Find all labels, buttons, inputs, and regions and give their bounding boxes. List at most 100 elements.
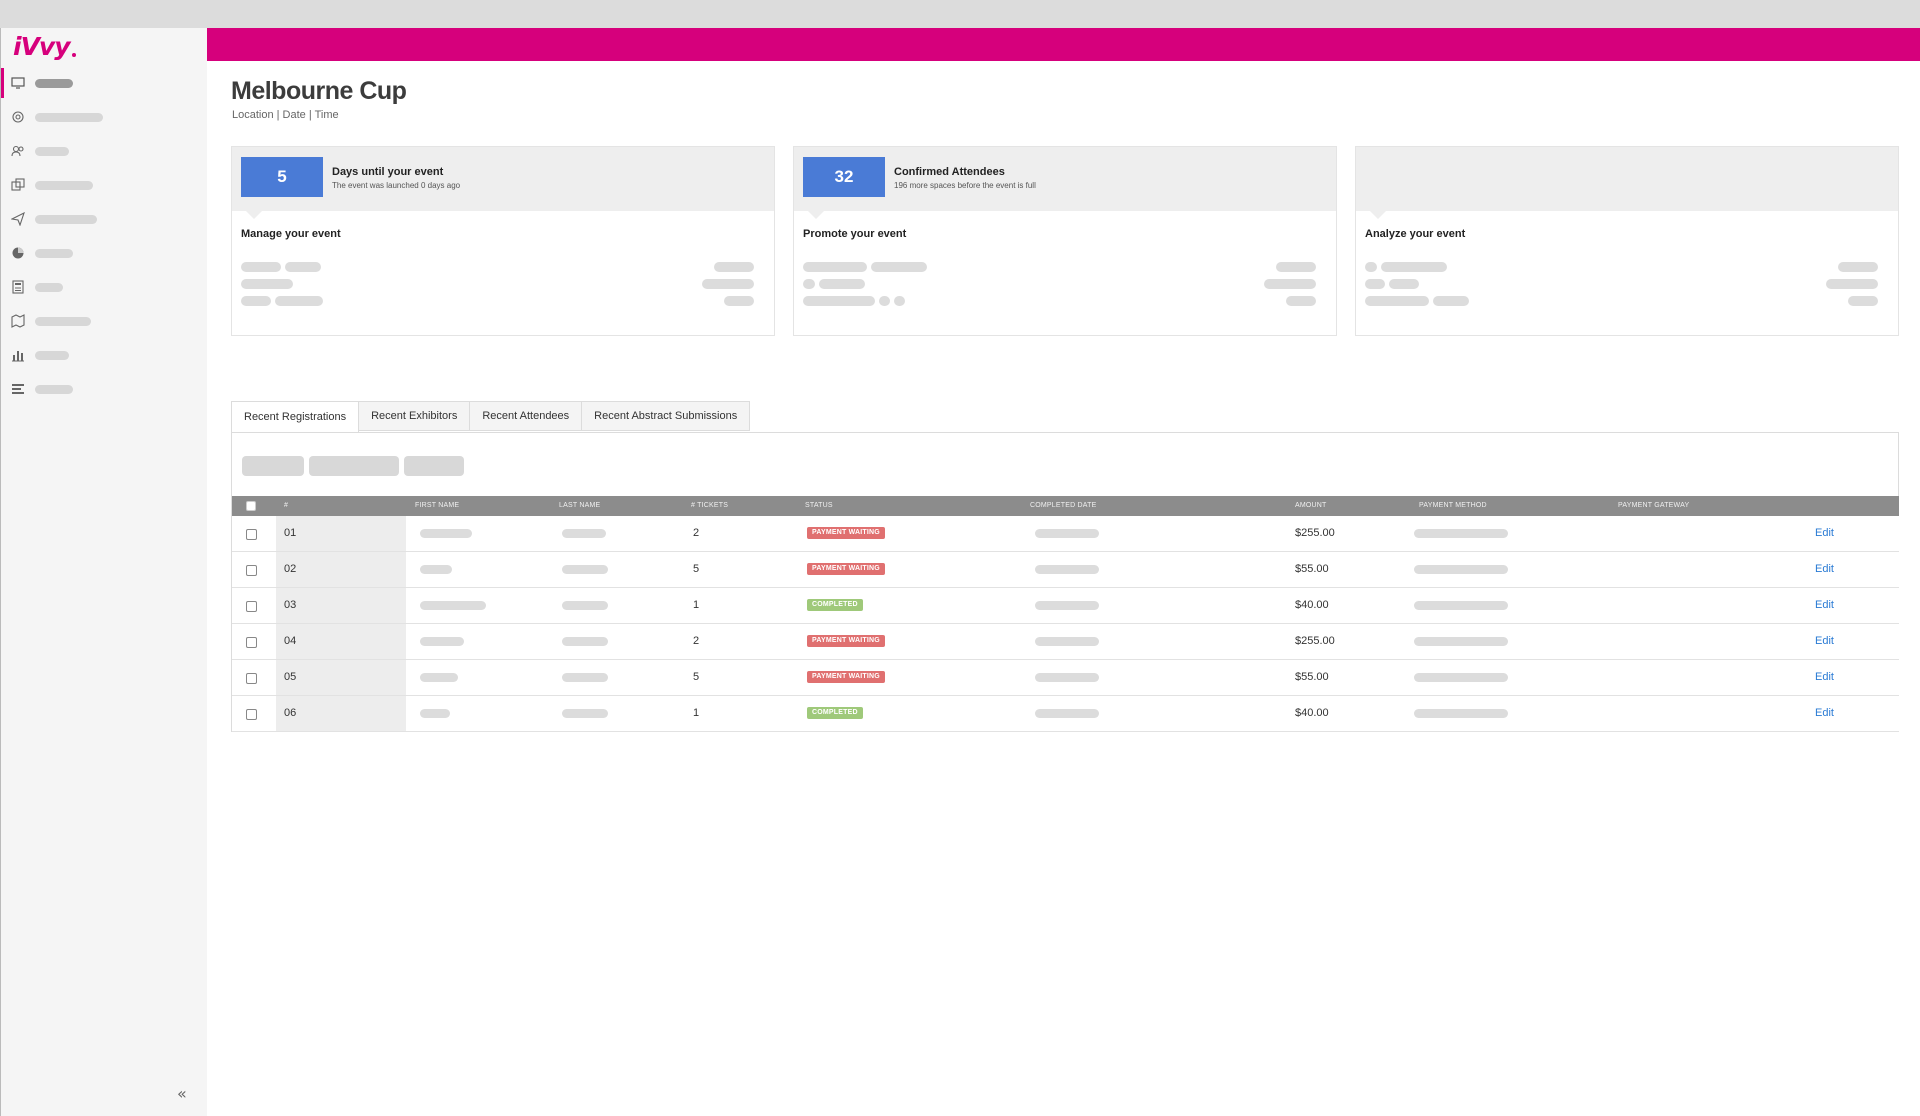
row-number: 04 (284, 635, 297, 647)
ivvy-logo[interactable]: iVvy (13, 32, 76, 61)
tab-recent-abstract-submissions[interactable]: Recent Abstract Submissions (582, 401, 751, 431)
tickets-value: 1 (693, 599, 700, 611)
completed-date-placeholder (1035, 673, 1099, 682)
filter-placeholder[interactable] (404, 456, 464, 476)
collapse-sidebar-icon[interactable]: « (177, 1084, 187, 1103)
page-title: Melbourne Cup (231, 77, 407, 105)
edit-link[interactable]: Edit (1815, 527, 1834, 539)
sidebar-item-10[interactable] (1, 372, 207, 406)
tab-recent-attendees[interactable]: Recent Attendees (470, 401, 583, 431)
last-name-placeholder (562, 673, 608, 682)
copy-icon (11, 178, 25, 192)
first-name-placeholder (420, 529, 472, 538)
edit-link[interactable]: Edit (1815, 599, 1834, 611)
payment-method-placeholder (1414, 637, 1508, 646)
column-header-first-name[interactable]: First Name (415, 502, 459, 509)
column-header-tickets[interactable]: # Tickets (691, 502, 728, 509)
table-row: 06 1 COMPLETED $40.00 Edit (232, 696, 1899, 732)
status-badge: COMPLETED (807, 707, 863, 719)
status-badge: PAYMENT WAITING (807, 671, 885, 683)
last-name-placeholder (562, 637, 608, 646)
row-checkbox[interactable] (246, 673, 257, 684)
edit-link[interactable]: Edit (1815, 563, 1834, 575)
status-badge: PAYMENT WAITING (807, 527, 885, 539)
sidebar-item-9[interactable] (1, 338, 207, 372)
status-badge: PAYMENT WAITING (807, 563, 885, 575)
payment-method-placeholder (1414, 565, 1508, 574)
sidebar-item-dashboard[interactable] (1, 66, 207, 100)
card-header (1356, 147, 1898, 219)
column-header-status[interactable]: Status (805, 502, 833, 509)
row-checkbox[interactable] (246, 565, 257, 576)
table-header: # First Name Last Name # Tickets Status … (232, 496, 1899, 516)
sidebar-nav (1, 66, 207, 406)
select-all-checkbox[interactable] (246, 501, 256, 511)
card-section-title: Promote your event (803, 228, 907, 240)
column-header-payment-method[interactable]: Payment Method (1419, 502, 1487, 509)
row-checkbox[interactable] (246, 529, 257, 540)
first-name-placeholder (420, 637, 464, 646)
row-number: 03 (284, 599, 297, 611)
row-number: 05 (284, 671, 297, 683)
tickets-value: 5 (693, 563, 700, 575)
first-name-placeholder (420, 565, 452, 574)
column-header-payment-gateway[interactable]: Payment Gateway (1618, 502, 1689, 509)
row-checkbox[interactable] (246, 709, 257, 720)
completed-date-placeholder (1035, 601, 1099, 610)
card-title: Confirmed Attendees (894, 166, 1005, 178)
first-name-placeholder (420, 601, 486, 610)
edit-link[interactable]: Edit (1815, 635, 1834, 647)
sidebar-item-5[interactable] (1, 202, 207, 236)
card-section-title: Analyze your event (1365, 228, 1466, 240)
sidebar-item-2[interactable] (1, 100, 207, 134)
main-content: Melbourne Cup Location | Date | Time 5 D… (207, 61, 1920, 1116)
sidebar-item-4[interactable] (1, 168, 207, 202)
first-name-placeholder (420, 709, 450, 718)
column-header-number[interactable]: # (284, 502, 288, 509)
tab-recent-registrations[interactable]: Recent Registrations (231, 401, 360, 433)
card-header: 5 Days until your event The event was la… (232, 147, 774, 219)
column-header-completed-date[interactable]: Completed Date (1030, 502, 1096, 509)
edit-link[interactable]: Edit (1815, 671, 1834, 683)
table-row: 03 1 COMPLETED $40.00 Edit (232, 588, 1899, 624)
bar-chart-icon (11, 348, 25, 362)
first-name-placeholder (420, 673, 458, 682)
completed-date-placeholder (1035, 709, 1099, 718)
column-header-last-name[interactable]: Last Name (559, 502, 600, 509)
edit-link[interactable]: Edit (1815, 707, 1834, 719)
amount-value: $255.00 (1295, 527, 1335, 539)
filter-placeholder[interactable] (309, 456, 399, 476)
users-icon (11, 144, 25, 158)
sidebar-item-8[interactable] (1, 304, 207, 338)
target-icon (11, 110, 25, 124)
row-number: 02 (284, 563, 297, 575)
row-checkbox[interactable] (246, 637, 257, 648)
sidebar-item-3[interactable] (1, 134, 207, 168)
completed-date-placeholder (1035, 565, 1099, 574)
row-checkbox[interactable] (246, 601, 257, 612)
amount-value: $55.00 (1295, 671, 1329, 683)
tab-recent-exhibitors[interactable]: Recent Exhibitors (359, 401, 471, 431)
sidebar-item-7[interactable] (1, 270, 207, 304)
tickets-value: 5 (693, 671, 700, 683)
table-row: 04 2 PAYMENT WAITING $255.00 Edit (232, 624, 1899, 660)
row-number: 01 (284, 527, 297, 539)
card-title: Days until your event (332, 166, 444, 178)
page-subtitle: Location | Date | Time (232, 109, 339, 121)
amount-value: $255.00 (1295, 635, 1335, 647)
app-window: iVvy « Melbourne Cup Location | Date | T… (0, 28, 1920, 1116)
table-row: 02 5 PAYMENT WAITING $55.00 Edit (232, 552, 1899, 588)
pie-chart-icon (11, 246, 25, 260)
filter-placeholder[interactable] (242, 456, 304, 476)
card-manage: 5 Days until your event The event was la… (231, 146, 775, 336)
sidebar-item-6[interactable] (1, 236, 207, 270)
last-name-placeholder (562, 529, 606, 538)
registrations-panel: # First Name Last Name # Tickets Status … (231, 432, 1899, 732)
calculator-icon (11, 280, 25, 294)
last-name-placeholder (562, 565, 608, 574)
tickets-value: 2 (693, 635, 700, 647)
status-badge: PAYMENT WAITING (807, 635, 885, 647)
column-header-amount[interactable]: Amount (1295, 502, 1327, 509)
card-analyze: Analyze your event (1355, 146, 1899, 336)
card-promote: 32 Confirmed Attendees 196 more spaces b… (793, 146, 1337, 336)
